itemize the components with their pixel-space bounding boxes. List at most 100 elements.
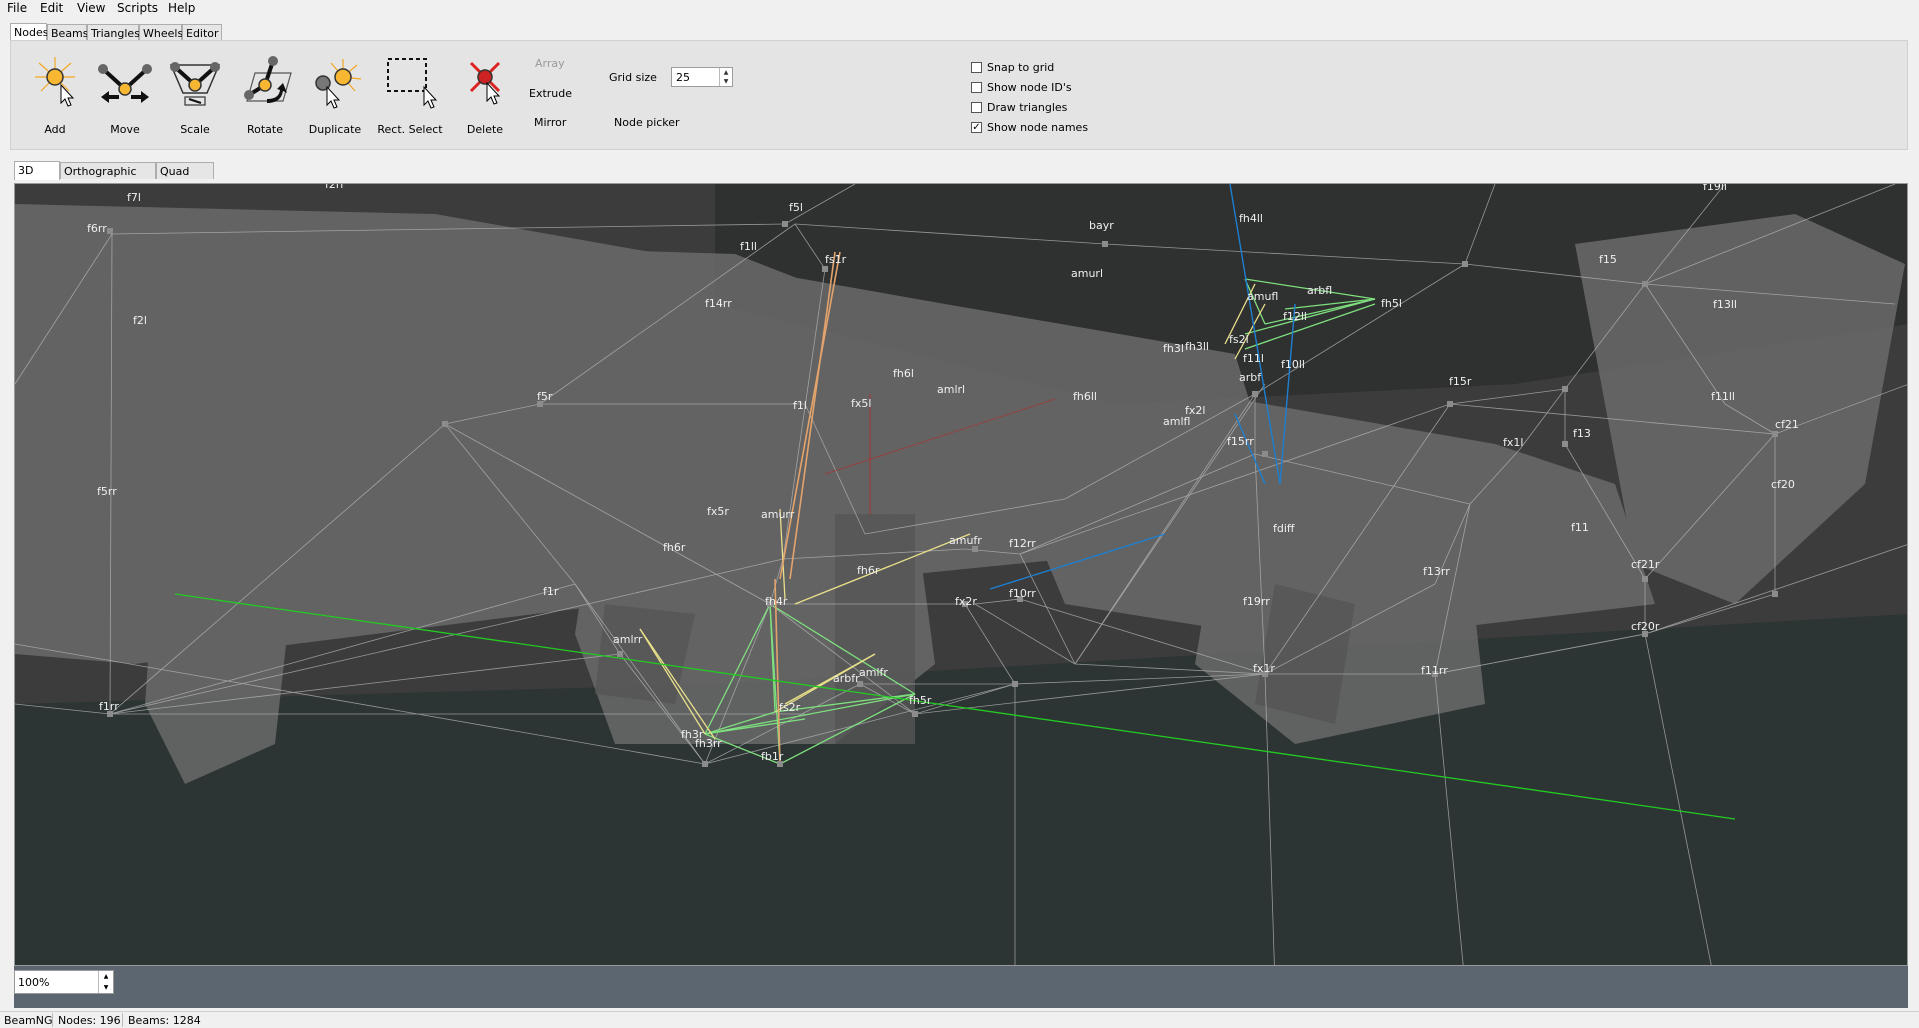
- add-icon: [35, 57, 75, 107]
- duplicate-icon: [315, 59, 362, 109]
- node-label-amurl: amurl: [1071, 267, 1103, 280]
- node-label-amufl: amufl: [1247, 290, 1278, 303]
- tab-triangles[interactable]: Triangles: [87, 24, 140, 41]
- extrude-button[interactable]: Extrude: [529, 87, 572, 100]
- node-label-f13ll: f13ll: [1713, 298, 1737, 311]
- node-label-fh6r-2: fh6r: [857, 564, 880, 577]
- node-label-fx5l: fx5l: [851, 397, 871, 410]
- zoom-up-icon[interactable]: ▲: [98, 971, 113, 982]
- node-label-amlrl: amlrl: [937, 383, 965, 396]
- move-icon: [98, 64, 152, 103]
- delete-tool-button[interactable]: Delete: [455, 53, 515, 145]
- node-label-f5r: f5r: [537, 390, 553, 403]
- node-label-fdiff: fdiff: [1273, 522, 1295, 535]
- tab-orthographic-view[interactable]: Orthographic View: [60, 162, 156, 195]
- status-app: BeamNG: [4, 1014, 53, 1027]
- rotate-icon: [244, 56, 292, 103]
- node-label-f15r: f15r: [1449, 375, 1472, 388]
- node-label-amlrr: amlrr: [613, 633, 643, 646]
- array-button[interactable]: Array: [535, 57, 565, 70]
- node-label-f2rr: f2rr: [325, 184, 345, 191]
- menu-edit[interactable]: Edit: [40, 1, 63, 15]
- rect-select-icon: [387, 58, 438, 109]
- node-label-fb1r: fb1r: [761, 750, 784, 763]
- viewport-zoom-bar: 100% ▲ ▼: [14, 966, 1908, 1008]
- delete-icon: [469, 61, 501, 105]
- tab-editor[interactable]: Editor: [182, 24, 222, 41]
- node-label-fs2l: fs2l: [1229, 333, 1249, 346]
- node-label-f5l: f5l: [789, 201, 803, 214]
- node-label-f1l: f1l: [793, 399, 807, 412]
- node-label-fh3ll: fh3ll: [1185, 340, 1209, 353]
- node-label-f7l: f7l: [127, 191, 141, 204]
- tab-beams[interactable]: Beams: [47, 24, 89, 41]
- status-divider: [122, 1013, 123, 1027]
- node-label-fh3l: fh3l: [1163, 342, 1184, 355]
- node-label-f10ll: f10ll: [1281, 358, 1305, 371]
- node-label-fh5l: fh5l: [1381, 297, 1402, 310]
- node-label-f5rr: f5rr: [97, 485, 117, 498]
- tab-quad-view[interactable]: Quad View: [156, 162, 214, 195]
- node-label-fh6l: fh6l: [893, 367, 914, 380]
- node-label-f13: f13: [1573, 427, 1591, 440]
- node-label-cf20r: cf20r: [1631, 620, 1660, 633]
- tab-3d-view[interactable]: 3D View: [14, 161, 60, 194]
- node-label-f13rr: f13rr: [1423, 565, 1450, 578]
- spin-up-icon[interactable]: ▲: [719, 68, 732, 77]
- mirror-button[interactable]: Mirror: [534, 116, 566, 129]
- node-label-cf20: cf20: [1771, 478, 1795, 491]
- zoom-down-icon[interactable]: ▼: [98, 982, 113, 993]
- node-label-f1rr: f1rr: [99, 700, 119, 713]
- node-label-f12rr: f12rr: [1009, 537, 1036, 550]
- tab-wheels[interactable]: Wheels: [139, 24, 183, 41]
- node-label-f11l: f11l: [1243, 352, 1264, 365]
- grid-size-spinbox[interactable]: 25 ▲ ▼: [671, 67, 733, 87]
- duplicate-tool-button[interactable]: Duplicate: [305, 53, 365, 145]
- node-label-fs1r: fs1r: [825, 253, 847, 266]
- node-label-fh5r: fh5r: [909, 694, 932, 707]
- node-label-bayr: bayr: [1089, 219, 1114, 232]
- menu-view[interactable]: View: [77, 1, 105, 15]
- node-label-f11: f11: [1571, 521, 1589, 534]
- node-label-arbfl: arbfl: [1307, 284, 1332, 297]
- node-label-fh4r: fh4r: [765, 595, 788, 608]
- node-label-f15: f15: [1599, 253, 1617, 266]
- node-beam-scene[interactable]: f2rr f7l f6rr f5l bayr fh4ll f19ll f1ll …: [15, 184, 1908, 966]
- menu-file[interactable]: File: [7, 1, 27, 15]
- menu-help[interactable]: Help: [168, 1, 195, 15]
- grid-size-label: Grid size: [609, 71, 657, 84]
- spin-down-icon[interactable]: ▼: [719, 77, 732, 86]
- 3d-viewport[interactable]: f2rr f7l f6rr f5l bayr fh4ll f19ll f1ll …: [14, 183, 1908, 966]
- node-label-amlfr: amlfr: [859, 666, 888, 679]
- node-label-f2l: f2l: [133, 314, 147, 327]
- rotate-tool-button[interactable]: Rotate: [235, 53, 295, 145]
- node-label-cf21: cf21: [1775, 418, 1799, 431]
- node-label-arbfr: arbfr: [833, 672, 860, 685]
- status-nodes: Nodes: 196: [58, 1014, 121, 1027]
- node-label-f1ll: f1ll: [740, 240, 757, 253]
- node-label-amlfl: amlfl: [1163, 415, 1190, 428]
- rect-select-tool-button[interactable]: Rect. Select: [375, 53, 445, 145]
- node-toolbar: Add Move Scale Rotate Duplicate Rect. Se…: [10, 40, 1908, 150]
- add-tool-button[interactable]: Add: [25, 53, 85, 145]
- menu-scripts[interactable]: Scripts: [117, 1, 158, 15]
- scale-tool-button[interactable]: Scale: [165, 53, 225, 145]
- scale-icon: [169, 62, 221, 106]
- checkmark-icon: ✓: [971, 122, 982, 133]
- node-label-cf21r: cf21r: [1631, 558, 1660, 571]
- node-label-fx5r: fx5r: [707, 505, 729, 518]
- menu-bar: File Edit View Scripts Help: [0, 0, 1919, 18]
- node-label-f19rr: f19rr: [1243, 595, 1270, 608]
- node-label-fx1l: fx1l: [1503, 436, 1523, 449]
- node-label-fs2r: fs2r: [779, 701, 801, 714]
- node-label-f14rr: f14rr: [705, 297, 732, 310]
- node-label-f11rr: f11rr: [1421, 664, 1448, 677]
- node-label-f1r: f1r: [543, 585, 559, 598]
- node-label-f11ll: f11ll: [1711, 390, 1735, 403]
- node-picker-button[interactable]: Node picker: [614, 116, 680, 129]
- node-label-f10rr: f10rr: [1009, 587, 1036, 600]
- node-label-f12ll: f12ll: [1283, 310, 1307, 323]
- node-label-fh6r: fh6r: [663, 541, 686, 554]
- move-tool-button[interactable]: Move: [95, 53, 155, 145]
- zoom-spinbox[interactable]: 100% ▲ ▼: [14, 970, 114, 994]
